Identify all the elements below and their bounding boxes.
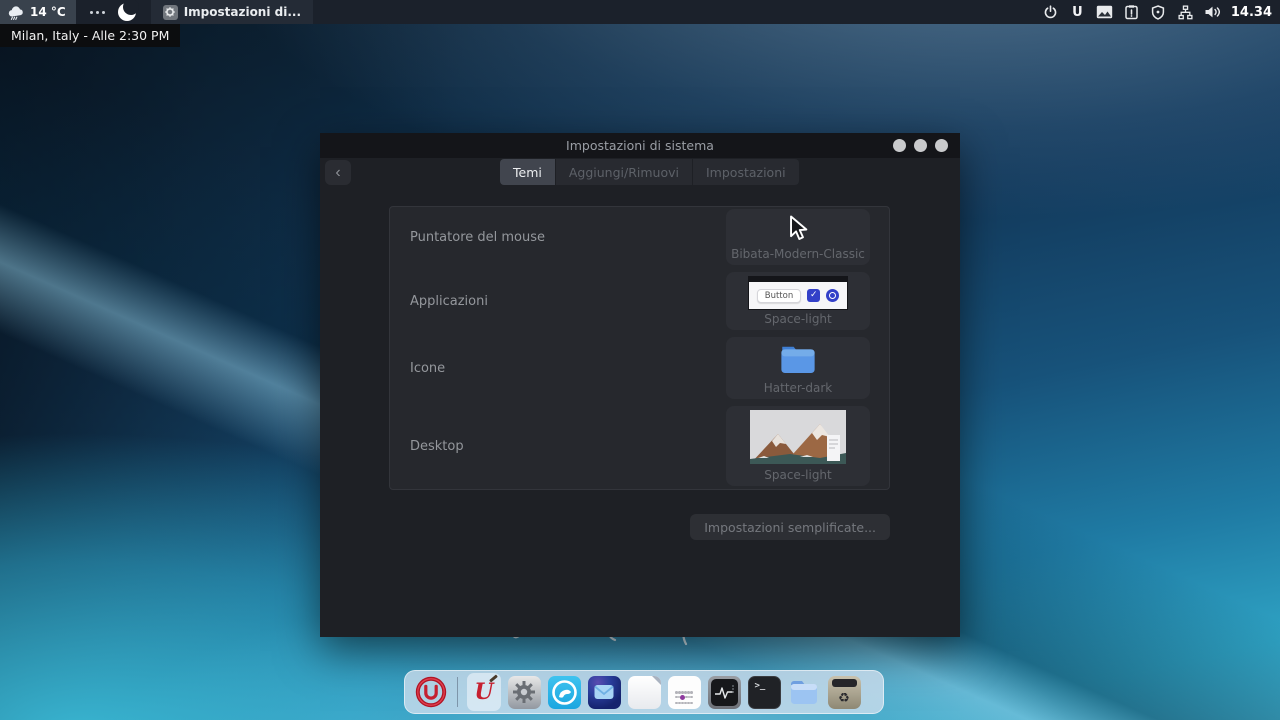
security-shield-icon[interactable] (1150, 4, 1167, 21)
mountain-wallpaper-thumb (750, 410, 846, 464)
cursor-theme-name: Bibata-Modern-Classic (731, 247, 865, 261)
gtk-theme-tile[interactable]: Button ✓ Space-light (726, 272, 870, 330)
dock-separator (457, 677, 458, 707)
row-label: Puntatore del mouse (410, 230, 545, 245)
calendar-icon (668, 676, 701, 709)
row-desktop: Desktop Space-light (410, 406, 870, 486)
blue-folder-icon (777, 341, 819, 377)
dock-item-text-editor[interactable] (627, 673, 661, 711)
cursor-preview (789, 209, 808, 247)
panel-left-cluster: 14 °C Impostazioni di... (0, 0, 313, 24)
window-button-close[interactable] (935, 139, 948, 152)
document-page-icon (628, 676, 661, 709)
panel-overflow-menu[interactable] (90, 11, 105, 14)
dock-item-unity-launcher[interactable] (414, 673, 448, 711)
row-mouse-pointer: Puntatore del mouse Bibata-Modern-Classi… (410, 209, 870, 265)
icon-theme-tile[interactable]: Hatter-dark (726, 337, 870, 399)
weather-tooltip-text: Milan, Italy - Alle 2:30 PM (11, 28, 169, 43)
weather-temp: 14 °C (30, 5, 66, 19)
power-icon[interactable] (1042, 4, 1059, 21)
u-writer-icon: U (474, 679, 493, 705)
dock-item-terminal[interactable]: >_ (747, 673, 781, 711)
gtk-theme-name: Space-light (764, 312, 832, 326)
cursor-theme-tile[interactable]: Bibata-Modern-Classic (726, 209, 870, 265)
themes-card: Puntatore del mouse Bibata-Modern-Classi… (389, 206, 890, 490)
desktop-theme-name: Space-light (764, 468, 832, 482)
row-icons: Icone Hatter-dark (410, 337, 870, 399)
window-controls (893, 133, 948, 158)
dock-item-settings[interactable] (507, 673, 541, 711)
dock-item-trash[interactable]: ♻ (827, 673, 861, 711)
settings-gear-icon (163, 5, 178, 20)
desktop-theme-tile[interactable]: Space-light (726, 406, 870, 486)
dock: U (404, 670, 884, 714)
window-button-maximize[interactable] (914, 139, 927, 152)
simplified-settings-button[interactable]: Impostazioni semplificate... (690, 514, 890, 540)
row-label: Applicazioni (410, 294, 488, 309)
weather-applet[interactable]: 14 °C (0, 0, 76, 24)
package-update-icon[interactable] (1123, 4, 1140, 21)
row-label: Icone (410, 361, 445, 376)
icon-theme-name: Hatter-dark (764, 381, 833, 395)
wallpaper-indicator-icon[interactable] (1096, 4, 1113, 21)
top-panel: 14 °C Impostazioni di... (0, 0, 1280, 24)
tabbar: Temi Aggiungi/Rimuovi Impostazioni (500, 159, 799, 185)
folder-preview (777, 337, 819, 381)
window-button-minimize[interactable] (893, 139, 906, 152)
volume-icon[interactable] (1204, 4, 1221, 21)
tab-aggiungi-rimuovi[interactable]: Aggiungi/Rimuovi (556, 159, 692, 185)
night-light-moon-icon[interactable] (117, 2, 137, 22)
tab-impostazioni[interactable]: Impostazioni (693, 159, 799, 185)
unity-ring-icon (414, 674, 448, 710)
dock-item-mail[interactable] (587, 673, 621, 711)
dock-item-browser[interactable] (547, 673, 581, 711)
titlebar[interactable]: Impostazioni di sistema (320, 133, 960, 158)
rain-cloud-icon (8, 5, 25, 20)
network-icon[interactable] (1177, 4, 1194, 21)
cursor-arrow-icon (789, 215, 808, 241)
row-label: Desktop (410, 439, 464, 454)
dock-item-files[interactable] (787, 673, 821, 711)
panel-window-tab-settings[interactable]: Impostazioni di... (151, 0, 313, 24)
dock-item-system-monitor[interactable] (707, 673, 741, 711)
mini-radio-icon (826, 289, 839, 302)
weather-tooltip: Milan, Italy - Alle 2:30 PM (0, 24, 180, 47)
wallpaper-thumbnail (750, 406, 846, 468)
window-title: Impostazioni di sistema (566, 138, 714, 153)
mini-checkbox-icon: ✓ (807, 289, 820, 302)
panel-window-tab-label: Impostazioni di... (184, 5, 301, 19)
trash-icon: ♻ (828, 676, 861, 709)
system-tray: U (1042, 4, 1280, 21)
wolf-browser-icon (548, 676, 581, 709)
dock-item-u-writer[interactable]: U (467, 673, 501, 711)
settings-window: Impostazioni di sistema ‹ Temi Aggiungi/… (320, 133, 960, 637)
tab-temi[interactable]: Temi (500, 159, 555, 185)
widget-preview: Button ✓ (748, 272, 848, 312)
clock[interactable]: 14.34 (1231, 5, 1272, 20)
thunderbird-mail-icon (588, 676, 621, 709)
files-folder-icon (788, 679, 820, 706)
back-button[interactable]: ‹ (325, 160, 351, 185)
mini-button: Button (757, 289, 801, 303)
dock-item-calendar[interactable] (667, 673, 701, 711)
mini-window: Button ✓ (748, 276, 848, 310)
system-monitor-icon (708, 676, 741, 709)
unity-indicator-icon[interactable]: U (1069, 4, 1086, 21)
terminal-icon: >_ (748, 676, 781, 709)
gear-icon (508, 676, 541, 709)
row-applications: Applicazioni Button ✓ Space-light (410, 272, 870, 330)
